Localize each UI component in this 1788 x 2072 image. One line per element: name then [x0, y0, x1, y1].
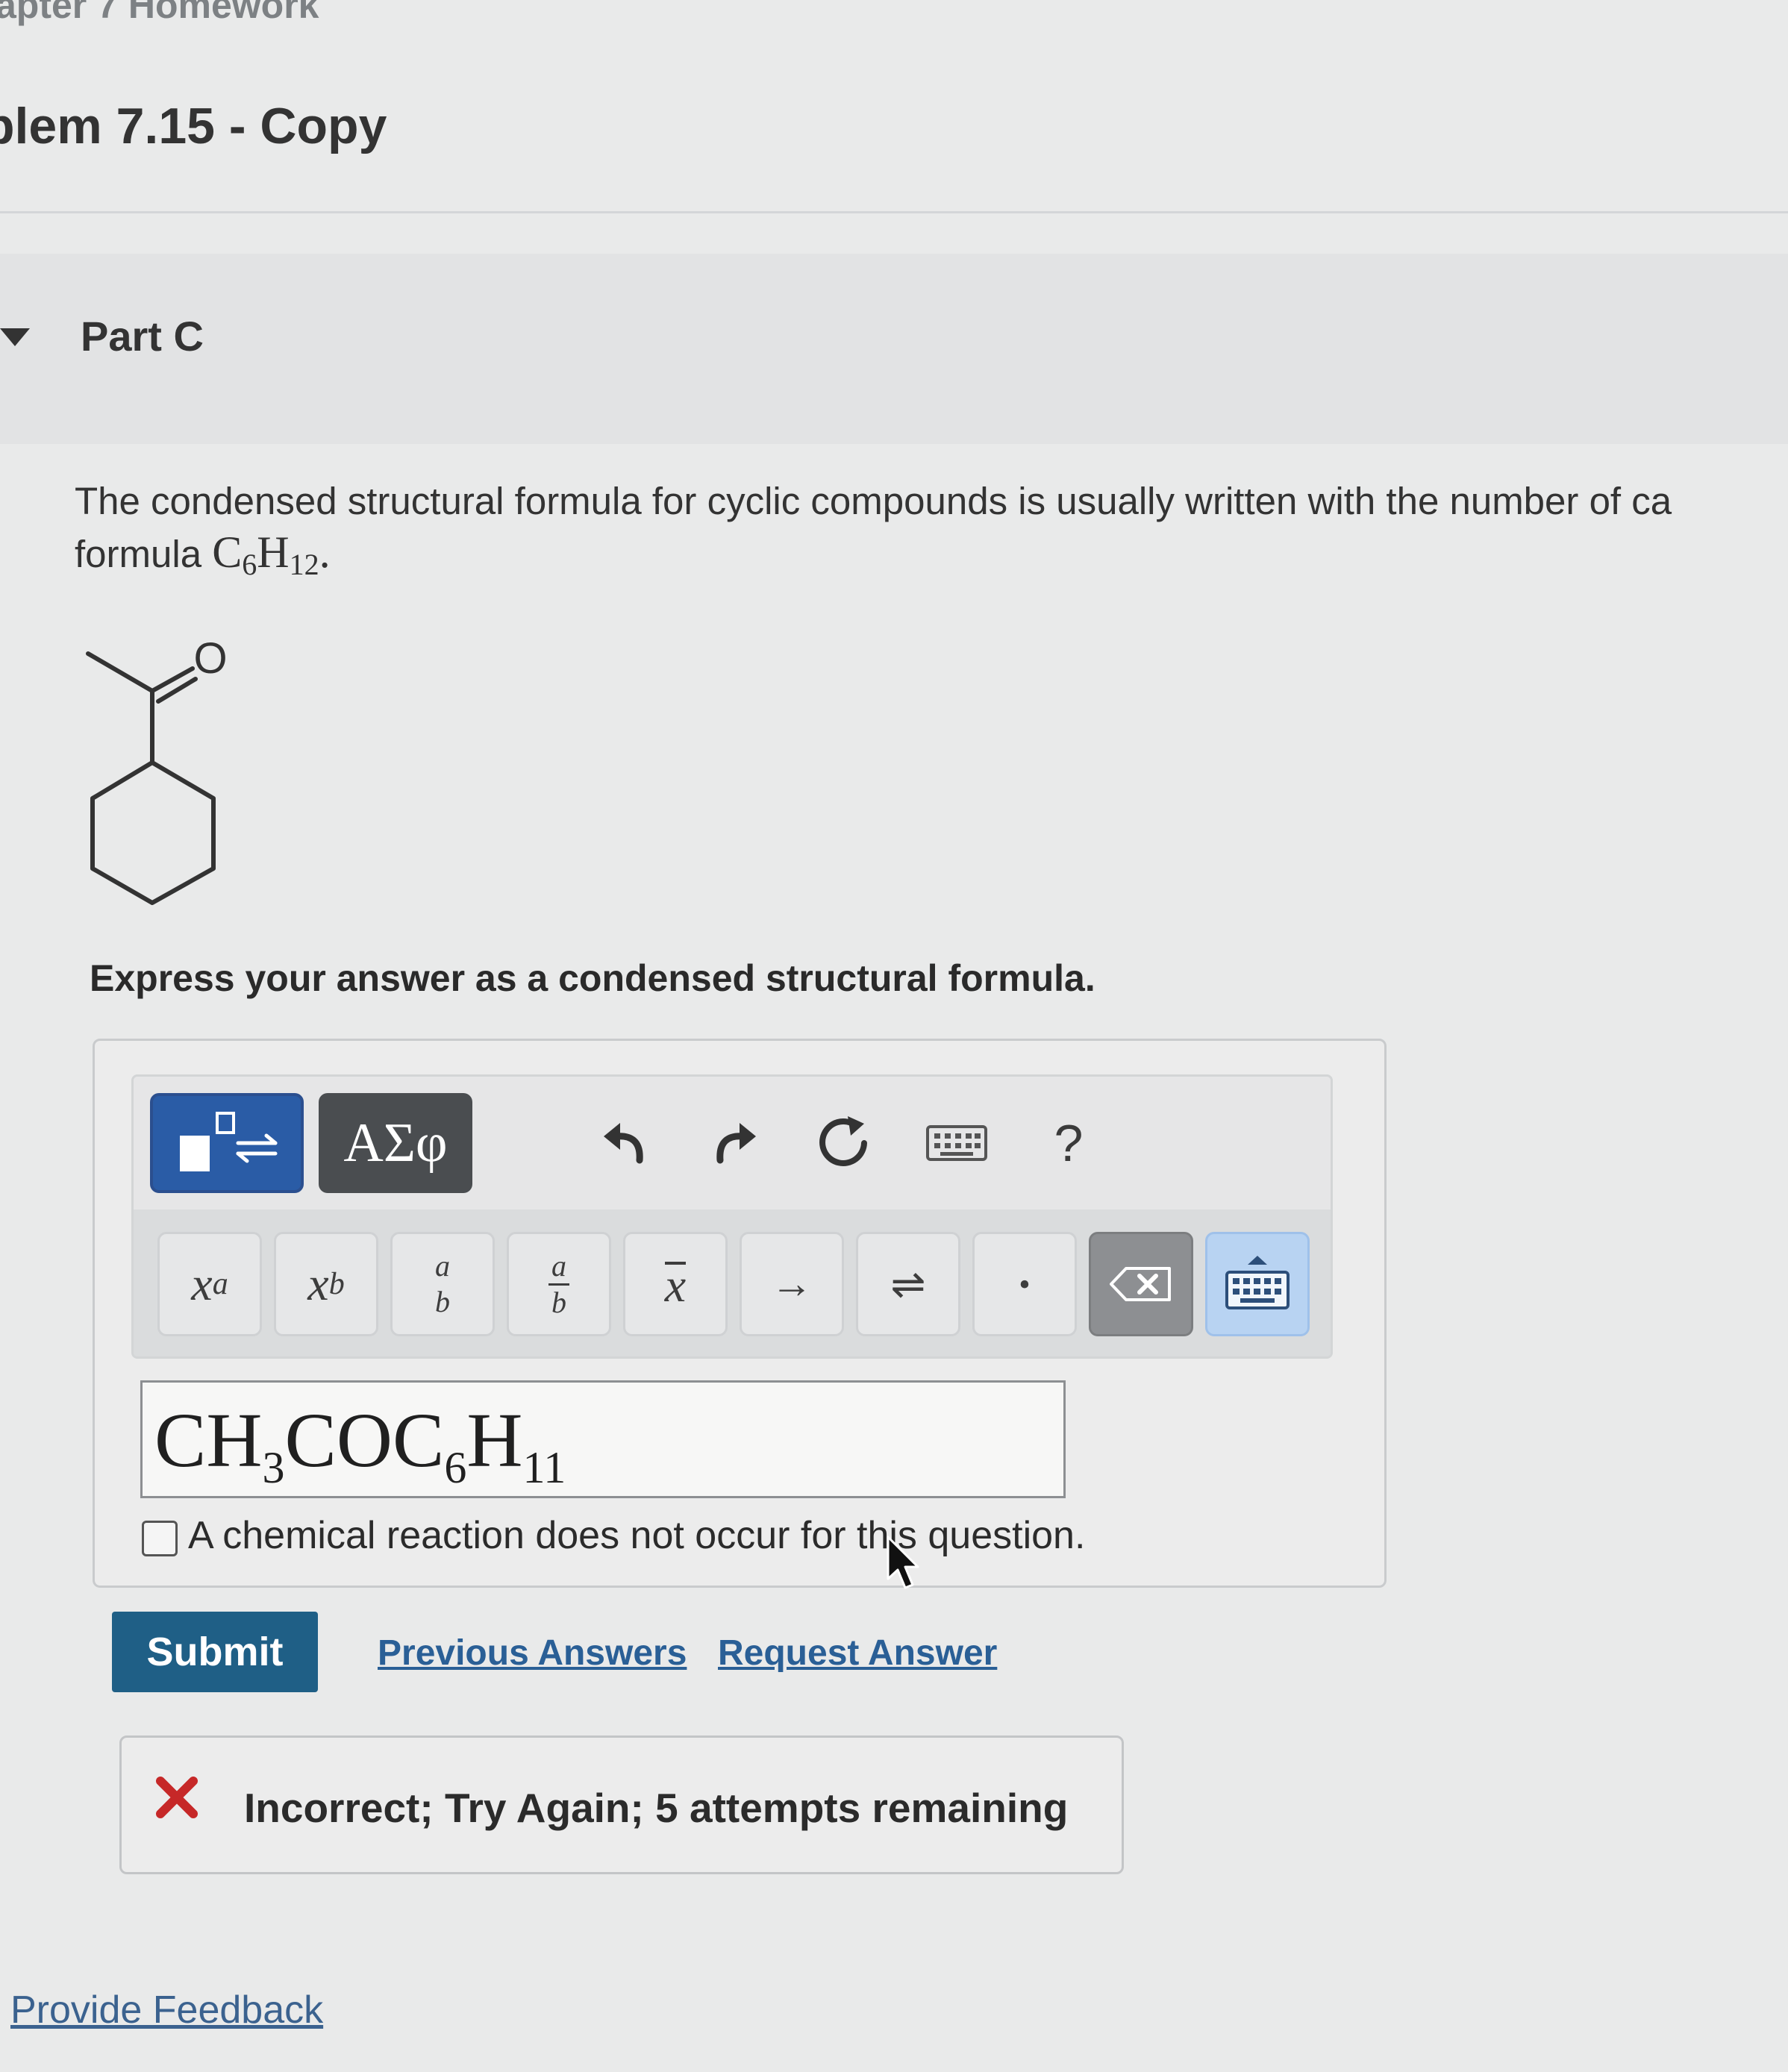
- overbar-button[interactable]: x: [623, 1232, 728, 1336]
- header-divider: [0, 211, 1788, 213]
- virtual-keyboard-toggle[interactable]: [1205, 1232, 1310, 1336]
- stacked-bottom: b: [435, 1285, 450, 1318]
- formula-carbon-count: 6: [242, 548, 257, 581]
- answer-sub-6: 6: [444, 1443, 467, 1492]
- subscript-base: x: [307, 1257, 329, 1310]
- question-text: The condensed structural formula for cyc…: [75, 476, 1672, 590]
- keyboard-icon: [926, 1125, 987, 1161]
- keyboard-shortcuts-button[interactable]: [923, 1109, 990, 1177]
- molecular-formula: C6H12.: [212, 528, 331, 581]
- stacked-top: a: [435, 1249, 450, 1283]
- formula-hydrogen-count: 12: [289, 548, 319, 581]
- part-header[interactable]: [0, 254, 1788, 444]
- undo-icon: [604, 1123, 643, 1164]
- answer-sub-3: 3: [262, 1443, 285, 1492]
- page-title: blem 7.15 - Copy: [0, 98, 387, 154]
- no-reaction-label[interactable]: A chemical reaction does not occur for t…: [188, 1513, 1085, 1558]
- collapse-triangle-icon[interactable]: [0, 328, 30, 346]
- provide-feedback-link[interactable]: Provide Feedback: [10, 1988, 323, 2032]
- request-answer-link[interactable]: Request Answer: [718, 1633, 997, 1674]
- fraction-button[interactable]: a b: [507, 1232, 611, 1336]
- submit-button[interactable]: Submit: [112, 1612, 318, 1692]
- greek-symbols-button[interactable]: ΑΣφ: [319, 1093, 472, 1193]
- templates-button[interactable]: [150, 1093, 304, 1193]
- superscript-button[interactable]: xa: [157, 1232, 262, 1336]
- superscript-exponent: a: [212, 1267, 228, 1301]
- radical-dot-button[interactable]: •: [972, 1232, 1077, 1336]
- formula-carbon: C: [212, 528, 243, 577]
- previous-answers-link[interactable]: Previous Answers: [378, 1633, 687, 1674]
- molecule-structure-diagram: O: [86, 634, 228, 905]
- oxygen-atom-label: O: [193, 634, 227, 683]
- undo-button[interactable]: [590, 1109, 657, 1177]
- backspace-button[interactable]: [1089, 1232, 1193, 1336]
- math-toolbar: ΑΣφ ? xa xb a b a b x → ⇌ •: [131, 1074, 1333, 1359]
- answer-instruction: Express your answer as a condensed struc…: [90, 957, 1095, 999]
- backspace-icon: [1110, 1267, 1171, 1301]
- answer-part-ch: CH: [154, 1397, 263, 1483]
- no-reaction-checkbox[interactable]: [142, 1521, 178, 1556]
- help-button[interactable]: ?: [1035, 1109, 1102, 1177]
- keyboard-up-icon: [1225, 1256, 1290, 1309]
- subscript-button[interactable]: xb: [274, 1232, 378, 1336]
- part-label[interactable]: Part C: [81, 312, 204, 360]
- stacked-button[interactable]: a b: [390, 1232, 495, 1336]
- equilibrium-arrow-button[interactable]: ⇌: [856, 1232, 960, 1336]
- overbar-symbol: x: [664, 1259, 687, 1312]
- answer-input[interactable]: CH3COC6H11: [140, 1380, 1066, 1498]
- mouse-cursor-icon: [887, 1536, 919, 1589]
- answer-part-h: H: [466, 1397, 523, 1483]
- subscript-index: b: [328, 1267, 345, 1301]
- question-intro: The condensed structural formula for cyc…: [75, 480, 1672, 522]
- fraction-denominator: b: [551, 1285, 566, 1319]
- formula-period: .: [319, 528, 331, 577]
- reaction-arrow-button[interactable]: →: [740, 1232, 844, 1336]
- breadcrumb[interactable]: apter 7 Homework: [0, 0, 319, 27]
- formula-hydrogen: H: [257, 528, 290, 577]
- formula-prefix: formula: [75, 533, 213, 575]
- redo-icon: [716, 1123, 756, 1164]
- reset-icon: [819, 1116, 867, 1166]
- incorrect-x-icon: [156, 1777, 198, 1818]
- reset-button[interactable]: [811, 1109, 878, 1177]
- templates-icon: [180, 1112, 278, 1171]
- feedback-message: Incorrect; Try Again; 5 attempts remaini…: [244, 1785, 1069, 1831]
- superscript-base: x: [191, 1257, 213, 1310]
- feedback-box: Incorrect; Try Again; 5 attempts remaini…: [119, 1735, 1124, 1874]
- redo-button[interactable]: [702, 1109, 769, 1177]
- answer-part-coc: COC: [284, 1397, 445, 1483]
- answer-sub-11: 11: [522, 1443, 566, 1492]
- question-formula-line: formula C6H12.: [75, 527, 1672, 590]
- answer-formula: CH3COC6H11: [154, 1396, 566, 1494]
- fraction-numerator: a: [548, 1249, 569, 1286]
